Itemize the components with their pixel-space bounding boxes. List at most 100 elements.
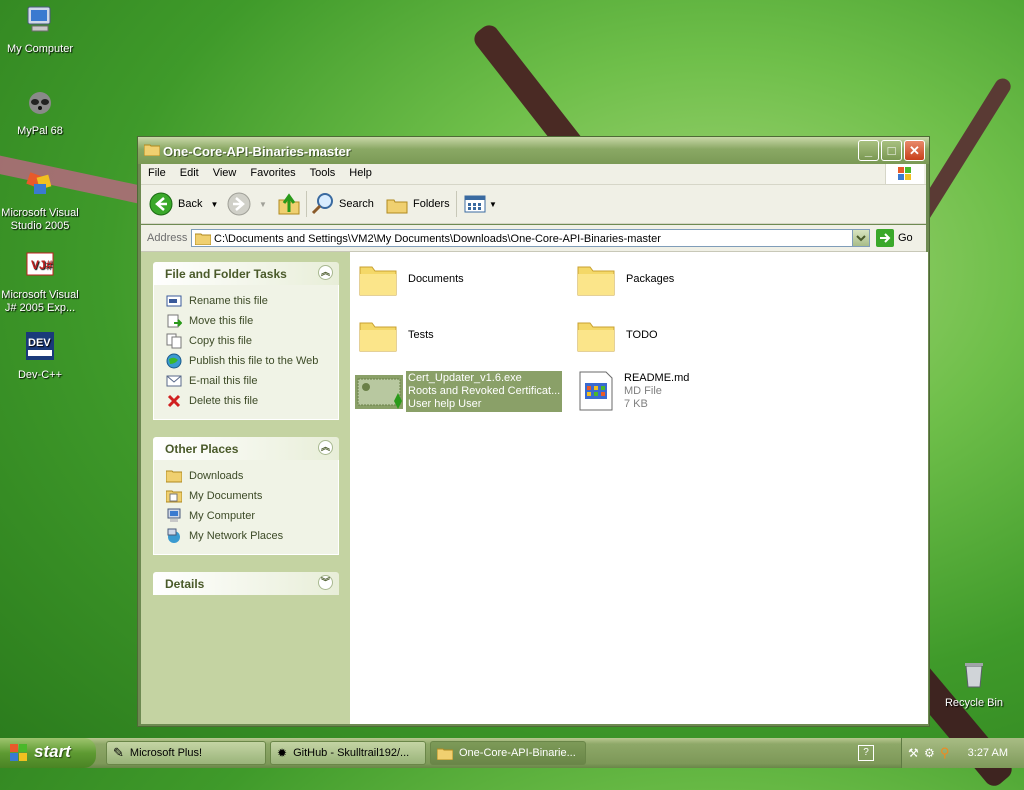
views-dropdown-icon: ▼ <box>489 199 497 209</box>
network-tray-icon[interactable]: ⚒ <box>908 746 919 760</box>
forward-button[interactable]: ▼ <box>227 191 267 217</box>
menu-edit[interactable]: Edit <box>173 164 206 179</box>
updates-tray-icon[interactable]: ⚙ <box>924 746 935 760</box>
clock[interactable]: 3:27 AM <box>968 747 1008 759</box>
forward-dropdown-icon: ▼ <box>259 199 267 209</box>
desktop-icon-my-computer[interactable]: My Computer <box>0 4 80 56</box>
task-move-file[interactable]: Move this file <box>154 311 338 331</box>
folder-item-todo[interactable]: TODO <box>576 314 658 356</box>
file-folder-tasks-header[interactable]: File and Folder Tasks ︽ <box>153 262 339 285</box>
address-bar: Address C:\Documents and Settings\VM2\My… <box>141 225 926 252</box>
menu-tools[interactable]: Tools <box>303 164 343 179</box>
start-button[interactable]: start <box>0 738 96 768</box>
place-my-computer[interactable]: My Computer <box>154 506 338 526</box>
desktop-icon-visual-jsharp[interactable]: VJ# Microsoft Visual J# 2005 Exp... <box>0 250 80 315</box>
close-button[interactable]: ✕ <box>904 140 925 161</box>
raccoon-icon: ✹ <box>277 746 288 760</box>
address-dropdown-button[interactable] <box>852 230 869 246</box>
menu-help[interactable]: Help <box>342 164 379 179</box>
taskbar: start ✎ Microsoft Plus! ✹ GitHub - Skull… <box>0 738 1024 768</box>
address-path: C:\Documents and Settings\VM2\My Documen… <box>214 233 661 245</box>
toolbar: Back ▼ ▼ Search Folders ▼ <box>141 185 926 224</box>
collapse-icon[interactable]: ︽ <box>318 440 333 455</box>
recycle-bin-icon <box>965 663 983 688</box>
up-folder-button[interactable] <box>277 191 301 217</box>
minimize-button[interactable]: _ <box>858 140 879 161</box>
folder-icon <box>144 144 160 156</box>
task-microsoft-plus[interactable]: ✎ Microsoft Plus! <box>106 741 266 765</box>
copy-icon <box>166 333 182 349</box>
windows-flag-icon <box>898 167 911 180</box>
search-tray-icon[interactable]: ⚲ <box>940 745 950 761</box>
dev-cpp-icon: DEV <box>26 332 54 360</box>
toolbar-separator <box>306 191 307 217</box>
window-title: One-Core-API-Binaries-master <box>163 144 351 159</box>
document-icon <box>579 371 613 411</box>
title-bar[interactable]: One-Core-API-Binaries-master _ □ ✕ <box>138 137 929 164</box>
folders-icon <box>386 199 408 214</box>
maximize-button[interactable]: □ <box>881 140 902 161</box>
forward-arrow-icon <box>227 192 251 216</box>
folders-button[interactable]: Folders <box>385 191 450 217</box>
task-explorer-window[interactable]: One-Core-API-Binarie... <box>430 741 586 765</box>
raccoon-icon <box>29 92 51 114</box>
go-button[interactable]: Go <box>876 229 913 247</box>
task-delete-file[interactable]: Delete this file <box>154 391 338 411</box>
place-my-network-places[interactable]: My Network Places <box>154 526 338 546</box>
folder-item-tests[interactable]: Tests <box>358 314 434 356</box>
email-icon <box>166 375 182 387</box>
details-panel: Details ︾ <box>153 572 339 595</box>
help-icon[interactable]: ? <box>858 745 874 761</box>
desktop-icon-dev-cpp[interactable]: DEV Dev-C++ <box>0 330 80 382</box>
file-list: Documents Packages Tests TODO Cert_Updat… <box>350 252 928 724</box>
file-item-readme[interactable]: README.md MD File 7 KB <box>576 370 689 412</box>
task-pane: File and Folder Tasks ︽ Rename this file… <box>141 252 350 724</box>
folder-item-documents[interactable]: Documents <box>358 258 464 300</box>
certificate-icon <box>355 375 403 409</box>
delete-x-icon <box>167 394 181 408</box>
my-documents-icon <box>166 490 182 503</box>
search-icon <box>311 193 333 215</box>
place-downloads[interactable]: Downloads <box>154 466 338 486</box>
folder-icon <box>577 266 615 296</box>
other-places-header[interactable]: Other Places ︽ <box>153 437 339 460</box>
back-button[interactable]: Back ▼ <box>149 191 218 217</box>
folder-icon <box>437 748 453 760</box>
task-copy-file[interactable]: Copy this file <box>154 331 338 351</box>
globe-icon <box>166 353 182 369</box>
task-rename-file[interactable]: Rename this file <box>154 291 338 311</box>
views-button[interactable]: ▼ <box>463 191 497 217</box>
search-button[interactable]: Search <box>311 191 374 217</box>
expand-icon[interactable]: ︾ <box>318 575 333 590</box>
folder-icon <box>359 266 397 296</box>
menu-favorites[interactable]: Favorites <box>243 164 302 179</box>
menu-bar: File Edit View Favorites Tools Help <box>141 164 926 185</box>
back-dropdown-icon[interactable]: ▼ <box>210 200 218 209</box>
task-publish-web[interactable]: Publish this file to the Web <box>154 351 338 371</box>
menu-file[interactable]: File <box>141 164 173 179</box>
collapse-icon[interactable]: ︽ <box>318 265 333 280</box>
rename-icon <box>166 295 182 307</box>
folder-icon <box>577 322 615 352</box>
desktop-icon-mypal[interactable]: MyPal 68 <box>0 86 80 138</box>
address-input[interactable]: C:\Documents and Settings\VM2\My Documen… <box>191 229 870 247</box>
go-arrow-icon <box>876 229 894 247</box>
task-email-file[interactable]: E-mail this file <box>154 371 338 391</box>
details-header[interactable]: Details ︾ <box>153 572 339 595</box>
folder-item-packages[interactable]: Packages <box>576 258 674 300</box>
desktop-icon-visual-studio[interactable]: Microsoft Visual Studio 2005 <box>0 168 80 233</box>
svg-text:VJ#: VJ# <box>31 258 53 272</box>
move-icon <box>167 314 182 328</box>
desktop-icon-recycle-bin[interactable]: Recycle Bin <box>934 658 1014 710</box>
place-my-documents[interactable]: My Documents <box>154 486 338 506</box>
menu-view[interactable]: View <box>206 164 244 179</box>
system-tray: ⚒ ⚙ ⚲ 3:27 AM <box>901 738 1024 768</box>
task-github[interactable]: ✹ GitHub - Skulltrail192/... <box>270 741 426 765</box>
chevron-down-icon <box>856 235 866 242</box>
file-item-cert-updater[interactable]: Cert_Updater_v1.6.exe Roots and Revoked … <box>354 370 563 412</box>
network-places-icon <box>167 528 180 543</box>
up-folder-icon <box>278 193 300 215</box>
file-folder-tasks-panel: File and Folder Tasks ︽ Rename this file… <box>153 262 339 420</box>
pen-icon: ✎ <box>113 745 124 760</box>
visual-jsharp-icon: VJ# <box>26 252 54 276</box>
